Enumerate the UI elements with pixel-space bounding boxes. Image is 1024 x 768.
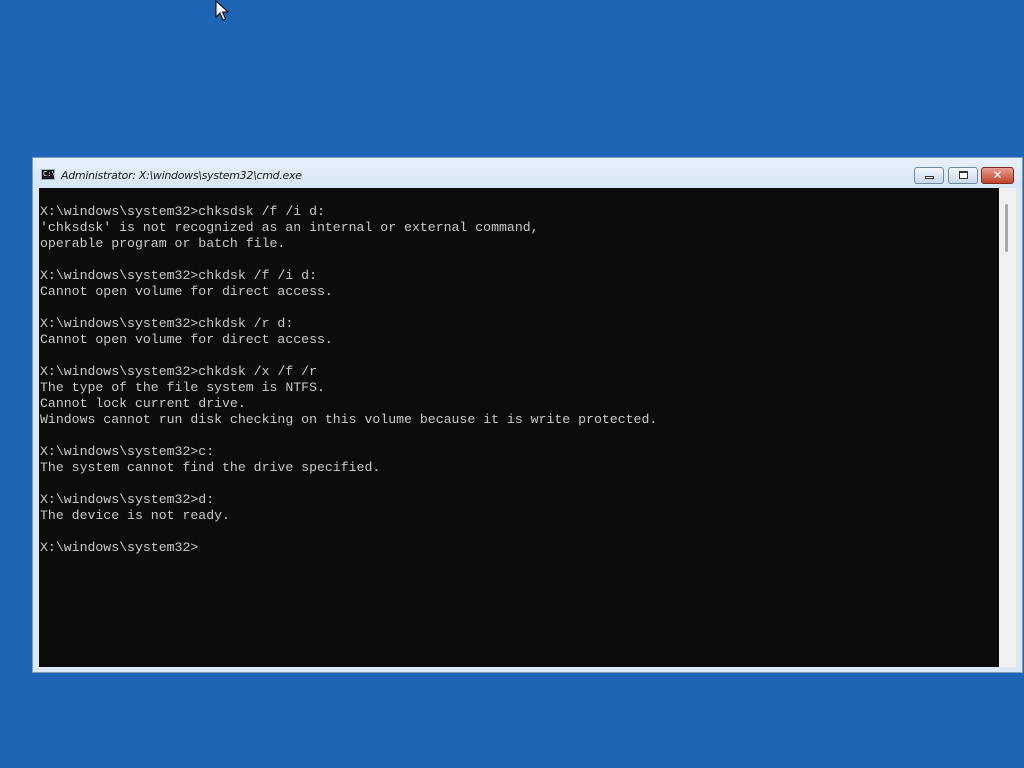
console-line: X:\windows\system32>chkdsk /x /f /r xyxy=(40,364,317,379)
cmd-window[interactable]: C:\ Administrator: X:\windows\system32\c… xyxy=(32,157,1023,673)
console-line: The device is not ready. xyxy=(40,508,230,523)
console-line: Windows cannot run disk checking on this… xyxy=(40,412,658,427)
close-icon: ✕ xyxy=(992,168,1003,182)
desktop: C:\ Administrator: X:\windows\system32\c… xyxy=(0,0,1024,768)
console-line: The type of the file system is NTFS. xyxy=(40,380,325,395)
cmd-icon-label: C:\ xyxy=(43,170,56,178)
console-line: 'chksdsk' is not recognized as an intern… xyxy=(40,220,539,235)
console-line: Cannot open volume for direct access. xyxy=(40,332,333,347)
console-line: X:\windows\system32>chksdsk /f /i d: xyxy=(40,204,325,219)
mouse-pointer-icon xyxy=(215,0,229,21)
cmd-icon[interactable]: C:\ xyxy=(41,169,56,180)
close-button[interactable]: ✕ xyxy=(981,167,1014,184)
console-line: X:\windows\system32>c: xyxy=(40,444,215,459)
console-lines: X:\windows\system32>chksdsk /f /i d: 'ch… xyxy=(40,204,657,556)
console-output[interactable]: X:\windows\system32>chksdsk /f /i d: 'ch… xyxy=(39,188,999,667)
console-line: X:\windows\system32>d: xyxy=(40,492,215,507)
console-line: Cannot lock current drive. xyxy=(40,396,246,411)
title-bar[interactable]: C:\ Administrator: X:\windows\system32\c… xyxy=(33,158,1022,188)
scrollbar-thumb[interactable] xyxy=(1005,204,1008,252)
minimize-icon xyxy=(925,176,934,179)
console-line: X:\windows\system32>chkdsk /r d: xyxy=(40,316,294,331)
console-line: The system cannot find the drive specifi… xyxy=(40,460,381,475)
vertical-scrollbar[interactable] xyxy=(999,188,1016,667)
window-title: Administrator: X:\windows\system32\cmd.e… xyxy=(61,169,302,182)
maximize-icon xyxy=(959,171,968,179)
minimize-button[interactable] xyxy=(914,167,944,184)
console-line: Cannot open volume for direct access. xyxy=(40,284,333,299)
maximize-button[interactable] xyxy=(948,167,978,184)
console-line: operable program or batch file. xyxy=(40,236,286,251)
console-prompt[interactable]: X:\windows\system32> xyxy=(40,540,657,556)
console-line: X:\windows\system32>chkdsk /f /i d: xyxy=(40,268,317,283)
